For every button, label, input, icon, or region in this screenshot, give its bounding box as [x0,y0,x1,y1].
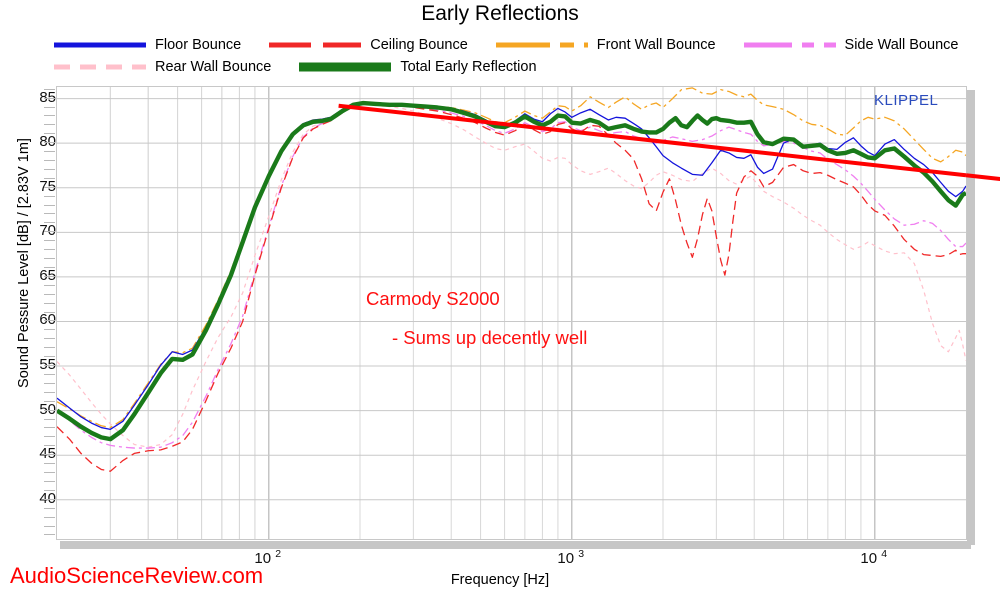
audiosciencereview-watermark: AudioScienceReview.com [10,563,264,588]
x-axis-ticks: 10 2 10 3 10 4 [0,0,1000,600]
x-tick-label: 10 4 [860,548,888,567]
y-axis-title: Sound Pessure Level [dB] / [2.83V 1m] [16,138,32,388]
annotation-comment: - Sums up decently well [392,327,588,348]
chart-page: Early Reflections Floor Bounce Ceiling B… [0,0,1000,600]
x-tick-label: 10 3 [557,548,585,567]
klippel-watermark: KLIPPEL [874,92,939,109]
annotation-device-name: Carmody S2000 [366,288,500,309]
